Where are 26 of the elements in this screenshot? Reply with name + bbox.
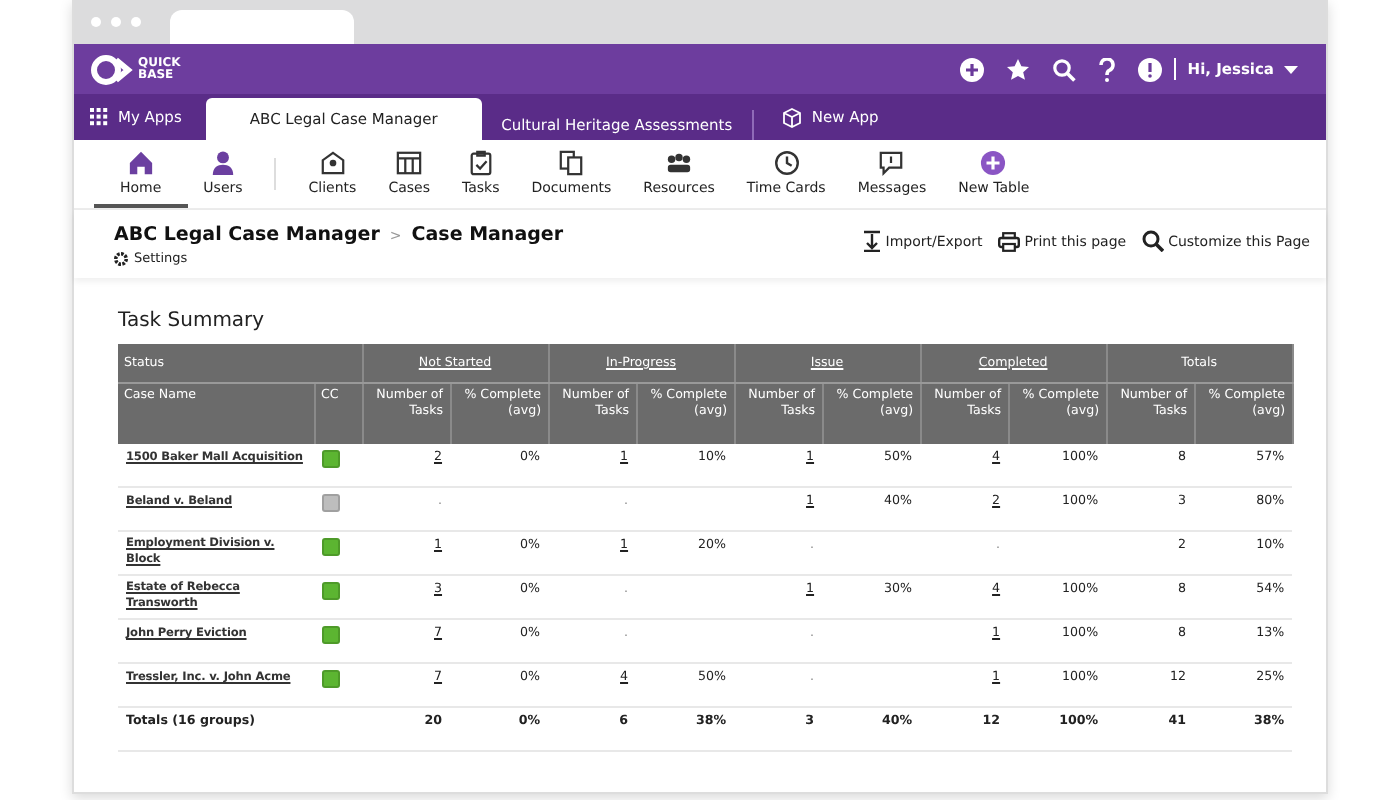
- help-icon[interactable]: [1097, 57, 1116, 81]
- printer-icon: [998, 231, 1021, 251]
- search-icon[interactable]: [1051, 57, 1076, 81]
- gear-icon: [114, 251, 128, 265]
- speech-bubble-icon: [878, 149, 905, 175]
- search-icon: [1142, 230, 1165, 252]
- user-icon: [209, 149, 236, 175]
- caret-icon: [1284, 65, 1298, 73]
- cube-icon: [781, 107, 802, 127]
- plus-circle-icon: [980, 149, 1007, 175]
- alert-icon[interactable]: [1137, 57, 1162, 81]
- clipboard-icon: [467, 149, 494, 175]
- add-icon[interactable]: [959, 57, 984, 81]
- logo-icon: [90, 53, 134, 85]
- clock-icon: [773, 149, 800, 175]
- documents-icon: [558, 149, 585, 175]
- star-icon[interactable]: [1005, 57, 1030, 81]
- import-export-icon: [861, 230, 882, 252]
- window-dots-icon: [90, 16, 142, 28]
- group-icon: [666, 149, 693, 175]
- columns-icon: [396, 149, 423, 175]
- report-title: Task Summary: [118, 310, 267, 332]
- page-title: Case Manager: [411, 224, 564, 246]
- home-icon: [127, 149, 154, 175]
- breadcrumb-link[interactable]: ABC Legal Case Manager: [114, 224, 380, 246]
- grid-icon: [90, 108, 108, 126]
